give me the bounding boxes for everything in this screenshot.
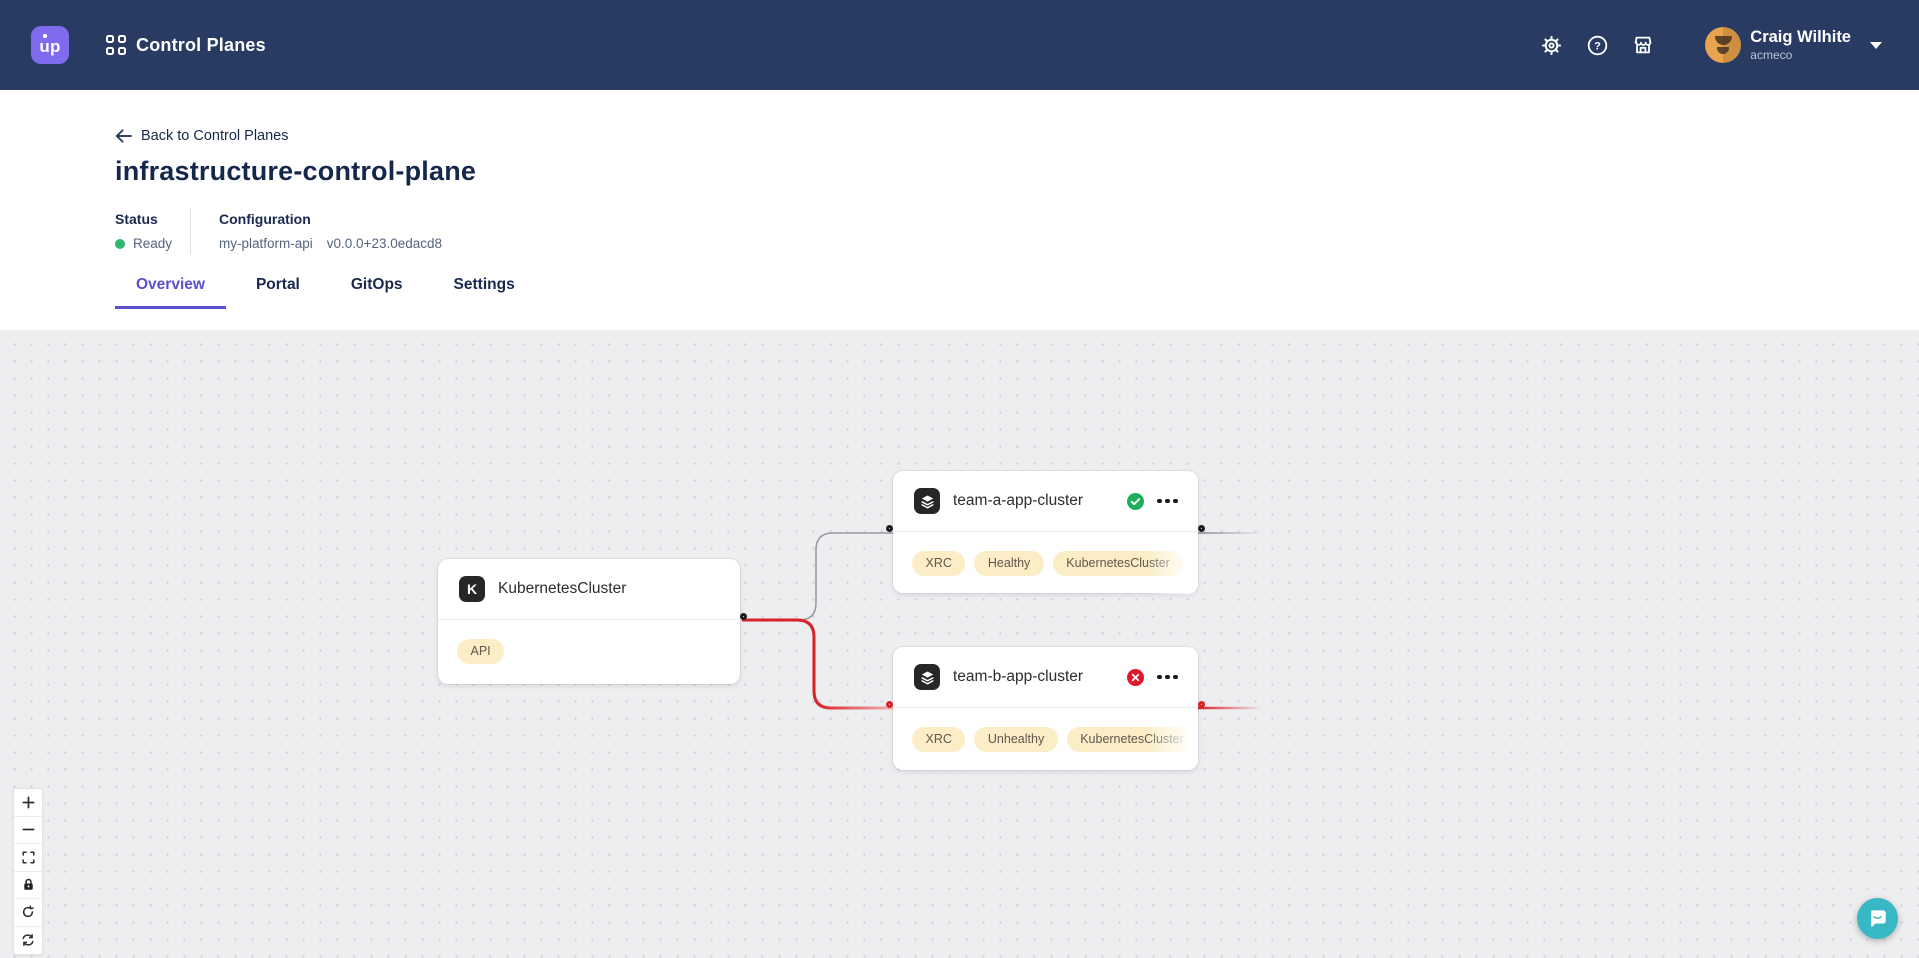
chat-bubble-icon	[1867, 908, 1888, 929]
upbound-logo[interactable]: up	[31, 26, 69, 64]
status-ready-dot	[115, 239, 125, 249]
meta-divider	[190, 208, 191, 254]
zoom-out-button[interactable]	[14, 817, 42, 845]
configuration-version: v0.0.0+23.0edacd8	[327, 236, 442, 251]
node-kubernetescluster[interactable]: K KubernetesCluster API	[438, 559, 740, 684]
zoom-in-button[interactable]	[14, 789, 42, 817]
node-menu-button[interactable]	[1157, 671, 1178, 684]
user-avatar[interactable]	[1705, 27, 1741, 63]
logo-text: up	[39, 38, 60, 55]
page-header: Back to Control Planes infrastructure-co…	[0, 90, 1919, 330]
graph-canvas[interactable]: K KubernetesCluster API team-a-app-clust…	[0, 330, 1919, 958]
chat-launcher-button[interactable]	[1857, 898, 1898, 939]
badge-xrc: XRC	[912, 727, 965, 752]
tab-settings[interactable]: Settings	[433, 276, 536, 309]
user-menu[interactable]: Craig Wilhite acmeco	[1750, 28, 1851, 62]
back-to-control-planes-link[interactable]: Back to Control Planes	[115, 128, 289, 144]
badge-unhealthy: Unhealthy	[974, 727, 1057, 752]
tab-bar: Overview Portal GitOps Settings	[115, 276, 1919, 309]
layers-icon	[914, 488, 940, 514]
healthy-check-icon	[1127, 493, 1144, 510]
layers-icon	[914, 664, 940, 690]
node-menu-button[interactable]	[1157, 495, 1178, 508]
handle-source-right[interactable]	[740, 613, 747, 620]
tab-portal[interactable]: Portal	[235, 276, 321, 309]
handle-source-right[interactable]	[1198, 701, 1205, 708]
canvas-controls	[13, 788, 43, 955]
tab-gitops[interactable]: GitOps	[330, 276, 424, 309]
badge-xrc: XRC	[912, 551, 965, 576]
app-title: Control Planes	[136, 35, 266, 56]
k-letter: K	[467, 581, 477, 597]
status-block: Status Ready	[115, 211, 190, 251]
fit-view-button[interactable]	[14, 844, 42, 872]
configuration-block: Configuration my-platform-api v0.0.0+23.…	[219, 211, 442, 251]
configuration-label: Configuration	[219, 211, 442, 227]
top-navbar: up Control Planes	[0, 0, 1919, 90]
back-link-label: Back to Control Planes	[141, 128, 289, 144]
node-title: team-b-app-cluster	[953, 668, 1083, 686]
apps-grid-icon	[106, 35, 126, 55]
unhealthy-x-icon	[1127, 669, 1144, 686]
badge-kubernetescluster: KubernetesCluster	[1053, 551, 1184, 576]
handle-target-left[interactable]	[886, 525, 893, 532]
node-team-b-app-cluster[interactable]: team-b-app-cluster XRC Unhealthy Kuberne…	[893, 647, 1198, 770]
graph-edges	[0, 330, 1919, 958]
user-name: Craig Wilhite	[1750, 28, 1851, 47]
node-team-a-app-cluster[interactable]: team-a-app-cluster XRC Healthy Kubernete…	[893, 471, 1198, 593]
rotate-button[interactable]	[14, 899, 42, 927]
badge-healthy: Healthy	[974, 551, 1043, 576]
badge-api: API	[457, 639, 504, 664]
kubernetes-k-icon: K	[459, 576, 485, 602]
configuration-name: my-platform-api	[219, 236, 313, 251]
handle-source-right[interactable]	[1198, 525, 1205, 532]
badge-kubernetescluster: KubernetesCluster	[1067, 727, 1198, 752]
help-icon[interactable]: ?	[1584, 32, 1610, 58]
sync-button[interactable]	[14, 927, 42, 955]
page-title: infrastructure-control-plane	[115, 156, 1919, 187]
node-title: team-a-app-cluster	[953, 492, 1083, 510]
status-value: Ready	[133, 236, 172, 251]
status-label: Status	[115, 211, 190, 227]
chevron-down-icon[interactable]	[1870, 42, 1882, 49]
handle-target-left[interactable]	[886, 701, 893, 708]
meta-row: Status Ready Configuration my-platform-a…	[115, 211, 1919, 251]
user-org: acmeco	[1750, 48, 1851, 62]
node-title: KubernetesCluster	[498, 580, 626, 598]
navbar-right: ? Craig Wilhite acmeco	[1518, 27, 1882, 63]
arrow-left-icon	[115, 129, 132, 143]
svg-text:?: ?	[1594, 40, 1601, 52]
marketplace-storefront-icon[interactable]	[1630, 32, 1656, 58]
tab-overview[interactable]: Overview	[115, 276, 226, 309]
lock-button[interactable]	[14, 872, 42, 900]
settings-gear-icon[interactable]	[1538, 32, 1564, 58]
